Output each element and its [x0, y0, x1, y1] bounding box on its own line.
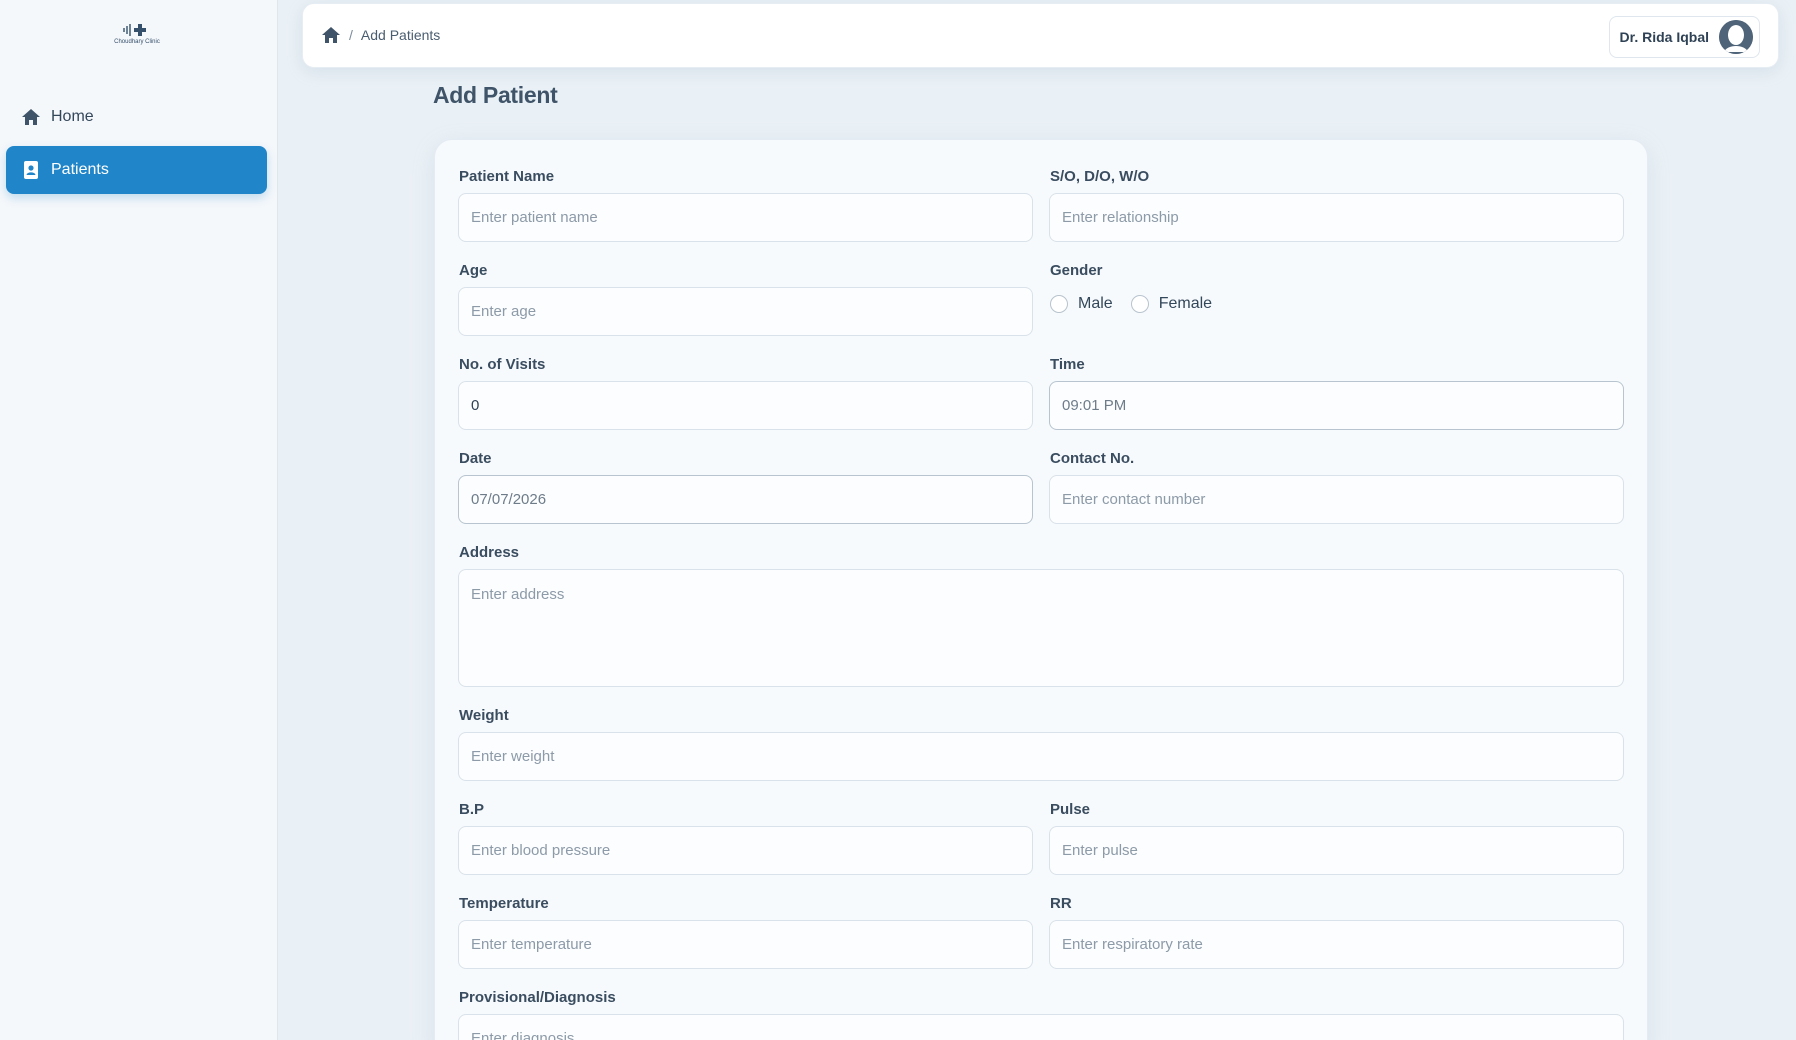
- pulse-input[interactable]: [1049, 826, 1624, 875]
- user-name: Dr. Rida Iqbal: [1619, 29, 1709, 45]
- sidebar-item-home[interactable]: Home: [6, 93, 267, 141]
- patient-name-input[interactable]: [458, 193, 1033, 242]
- sidebar-item-label: Home: [51, 108, 94, 125]
- time-label: Time: [1050, 356, 1085, 373]
- time-input[interactable]: [1049, 381, 1624, 430]
- user-menu[interactable]: Dr. Rida Iqbal: [1608, 16, 1760, 58]
- temperature-input[interactable]: [458, 920, 1033, 969]
- contact-label: Contact No.: [1050, 450, 1135, 467]
- clinic-logo[interactable]: Choudhary Clinic: [102, 14, 172, 54]
- sidebar-item-patients[interactable]: Patients: [6, 146, 267, 194]
- address-textarea[interactable]: [458, 569, 1624, 687]
- breadcrumb: / Add Patients: [321, 26, 440, 44]
- gender-female-radio[interactable]: [1130, 295, 1149, 313]
- weight-input[interactable]: [458, 732, 1624, 781]
- home-icon: [20, 106, 42, 128]
- user-avatar-icon: [1719, 20, 1753, 54]
- diagnosis-label: Provisional/Diagnosis: [459, 989, 616, 1006]
- contact-book-icon: [20, 159, 42, 181]
- address-label: Address: [459, 544, 520, 561]
- visits-label: No. of Visits: [459, 356, 546, 373]
- heartbeat-cross-icon: [122, 23, 152, 37]
- gender-female-label[interactable]: Female: [1159, 295, 1212, 313]
- gender-label: Gender: [1050, 262, 1103, 279]
- sidebar: Choudhary Clinic Home Patients: [0, 0, 278, 1040]
- bp-input[interactable]: [458, 826, 1033, 875]
- pulse-label: Pulse: [1050, 801, 1091, 818]
- age-input[interactable]: [458, 287, 1033, 336]
- page-title: Add Patient: [433, 82, 558, 108]
- breadcrumb-separator: /: [349, 27, 353, 43]
- home-icon[interactable]: [321, 26, 341, 44]
- gender-male-label[interactable]: Male: [1078, 295, 1113, 313]
- relation-label: S/O, D/O, W/O: [1050, 168, 1150, 185]
- diagnosis-input[interactable]: [458, 1014, 1624, 1040]
- patient-name-label: Patient Name: [459, 168, 555, 185]
- add-patient-form: Patient Name S/O, D/O, W/O Age Gender Ma…: [434, 139, 1648, 1040]
- visits-input[interactable]: [458, 381, 1033, 430]
- rr-label: RR: [1050, 895, 1072, 912]
- date-input[interactable]: [458, 475, 1033, 524]
- rr-input[interactable]: [1049, 920, 1624, 969]
- weight-label: Weight: [459, 707, 509, 724]
- logo-text: Choudhary Clinic: [114, 39, 160, 45]
- top-bar: / Add Patients Dr. Rida Iqbal: [302, 3, 1779, 68]
- gender-radio-group: Male Female: [1050, 295, 1230, 313]
- gender-male-radio[interactable]: [1050, 295, 1068, 313]
- bp-label: B.P: [459, 801, 485, 818]
- sidebar-item-label: Patients: [51, 161, 109, 178]
- breadcrumb-current: Add Patients: [360, 27, 441, 43]
- relation-input[interactable]: [1049, 193, 1624, 242]
- age-label: Age: [459, 262, 488, 279]
- date-label: Date: [459, 450, 492, 467]
- contact-input[interactable]: [1049, 475, 1624, 524]
- temperature-label: Temperature: [459, 895, 549, 912]
